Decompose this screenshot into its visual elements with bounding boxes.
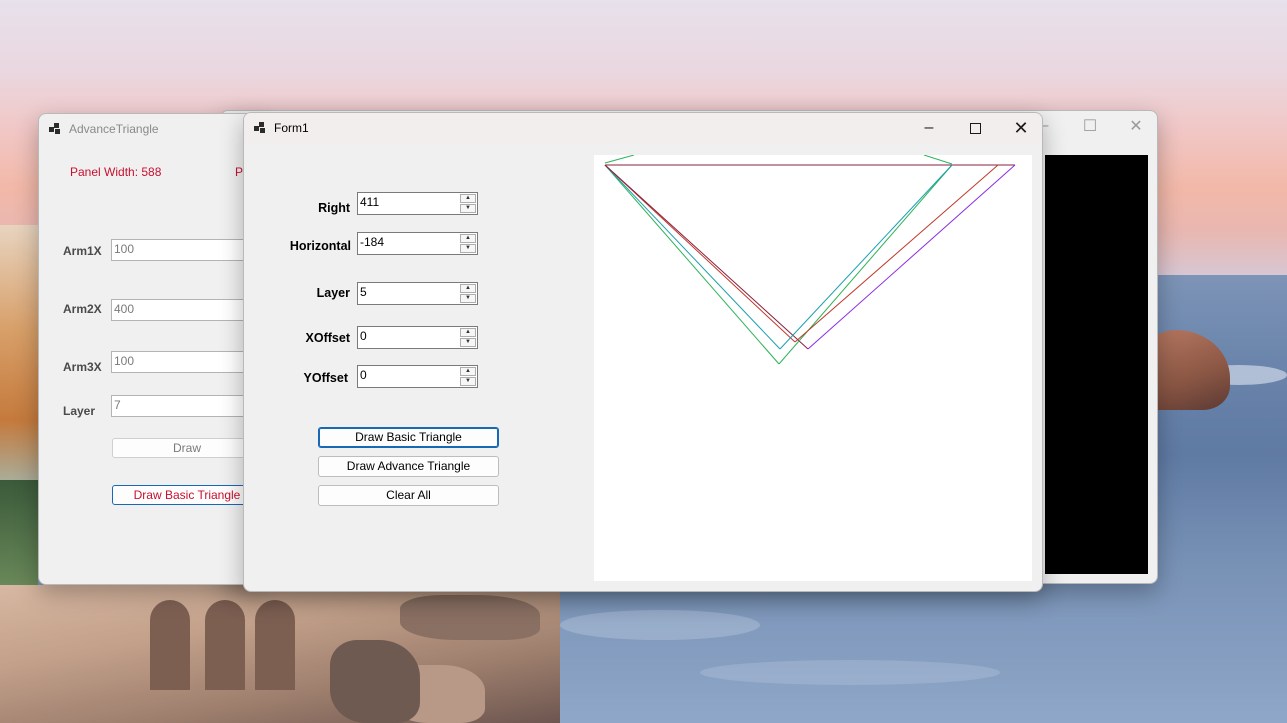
horizontal-value[interactable]: -184 [360,235,384,249]
window-title: AdvanceTriangle [69,122,159,136]
spin-down-icon[interactable]: ▼ [460,338,476,347]
layer-spinner[interactable]: 5 ▲ ▼ [357,282,478,305]
rock [400,595,540,640]
draw-basic-triangle-button[interactable]: Draw Basic Triangle [112,485,257,505]
app-icon [254,122,266,134]
layer-label: Layer [316,286,350,300]
arm1x-label: Arm1X [63,244,102,258]
triangle-edge [604,164,781,350]
spin-up-icon[interactable]: ▲ [460,367,476,376]
edge-mark [923,154,953,165]
titlebar[interactable]: AdvanceTriangle [39,114,257,144]
close-icon[interactable]: ✕ [998,113,1042,143]
drawing-canvas[interactable] [594,154,1032,581]
building [0,225,38,485]
triangle-edge [604,164,809,350]
triangle-edge [604,164,780,365]
spin-down-icon[interactable]: ▼ [460,204,476,213]
right-value[interactable]: 411 [360,195,379,209]
form1-window[interactable]: Form1 – ✕ Right 411 ▲ ▼ Horizontal -184 ▲… [243,112,1043,592]
xoffset-value[interactable]: 0 [360,329,367,343]
arm3x-label: Arm3X [63,360,102,374]
spin-down-icon[interactable]: ▼ [460,294,476,303]
triangle-edge [794,164,999,343]
edge-mark [604,154,635,164]
panel-height-label: P [235,165,244,179]
spin-up-icon[interactable]: ▲ [460,234,476,243]
spin-up-icon[interactable]: ▲ [460,328,476,337]
right-spinner[interactable]: 411 ▲ ▼ [357,192,478,215]
arch [255,600,295,690]
draw-basic-triangle-button[interactable]: Draw Basic Triangle [318,427,499,448]
triangle-edge [604,164,796,343]
rock [330,640,420,723]
yoffset-spinner[interactable]: 0 ▲ ▼ [357,365,478,388]
drawing-panel [1045,155,1148,574]
draw-button[interactable]: Draw [112,438,257,458]
horizontal-spinner[interactable]: -184 ▲ ▼ [357,232,478,255]
triangle-edge [779,164,953,350]
layer-label: Layer [63,404,96,418]
panel-width-label: Panel Width: 588 [70,165,162,179]
app-icon [49,123,61,135]
close-icon[interactable]: ✕ [1113,111,1157,141]
xoffset-spinner[interactable]: 0 ▲ ▼ [357,326,478,349]
yoffset-value[interactable]: 0 [360,368,367,382]
arm1x-input[interactable]: 100 [111,239,257,261]
yoffset-label: YOffset [303,371,348,385]
arm3x-input[interactable]: 100 [111,351,257,373]
layer-input[interactable]: 7 [111,395,257,417]
foam [700,660,1000,685]
titlebar[interactable]: Form1 – ✕ [244,113,1042,143]
triangle-edge [807,164,1016,350]
window-title: Form1 [274,121,309,135]
foam [560,610,760,640]
draw-advance-triangle-button[interactable]: Draw Advance Triangle [318,456,499,477]
minimize-icon[interactable]: – [906,113,952,143]
maximize-icon[interactable] [952,113,998,143]
spin-up-icon[interactable]: ▲ [460,194,476,203]
right-label: Right [318,201,350,215]
advance-triangle-window[interactable]: AdvanceTriangle Panel Width: 588 P Arm1X… [38,113,258,585]
triangle-edge [778,164,953,365]
horizontal-label: Horizontal [289,239,351,253]
maximize-icon[interactable]: ☐ [1067,111,1113,141]
arm2x-label: Arm2X [63,302,102,316]
greenery [0,480,38,590]
triangle-drawing [604,154,1016,365]
layer-value[interactable]: 5 [360,285,367,299]
spin-up-icon[interactable]: ▲ [460,284,476,293]
arch [150,600,190,690]
clear-all-button[interactable]: Clear All [318,485,499,506]
xoffset-label: XOffset [305,331,350,345]
arm2x-input[interactable]: 400 [111,299,257,321]
spin-down-icon[interactable]: ▼ [460,244,476,253]
spin-down-icon[interactable]: ▼ [460,377,476,386]
arch [205,600,245,690]
